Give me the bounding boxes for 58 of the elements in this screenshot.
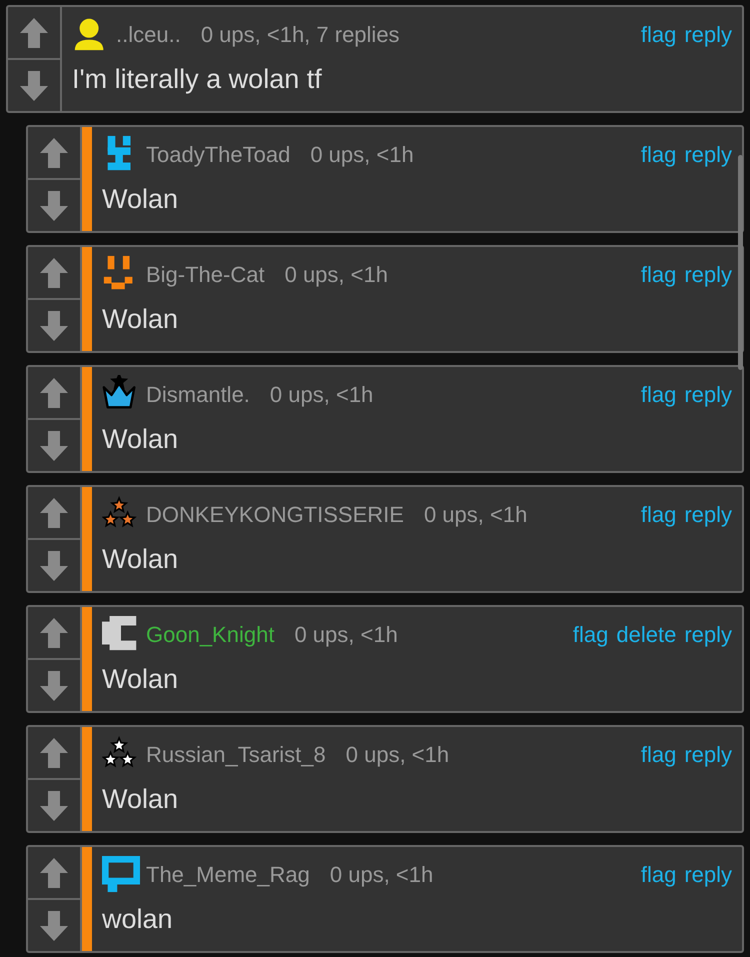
comment-text: Wolan bbox=[102, 423, 180, 456]
username-link[interactable]: ToadyTheToad bbox=[146, 138, 290, 170]
username-link[interactable]: Russian_Tsarist_8 bbox=[146, 738, 326, 770]
comment-text: Wolan bbox=[102, 783, 180, 816]
action-link[interactable]: reply bbox=[684, 618, 732, 650]
comment-meta: 0 ups, <1h bbox=[424, 500, 528, 529]
action-link[interactable]: flag bbox=[640, 258, 676, 290]
upvote-arrow-icon[interactable] bbox=[39, 736, 69, 768]
action-link[interactable]: flag bbox=[640, 18, 676, 50]
action-link[interactable]: reply bbox=[684, 858, 732, 890]
upvote-arrow-icon[interactable] bbox=[39, 496, 69, 528]
downvote-arrow-icon[interactable] bbox=[39, 430, 69, 462]
downvote-arrow-icon[interactable] bbox=[39, 190, 69, 222]
username-link[interactable]: Goon_Knight bbox=[146, 618, 274, 650]
action-link[interactable]: reply bbox=[684, 738, 732, 770]
action-link[interactable]: reply bbox=[684, 378, 732, 410]
upvote-arrow-icon[interactable] bbox=[39, 616, 69, 648]
action-link[interactable]: reply bbox=[684, 138, 732, 170]
username-link[interactable]: ..lceu.. bbox=[116, 18, 181, 50]
downvote-arrow-icon[interactable] bbox=[39, 550, 69, 582]
username-link[interactable]: The_Meme_Rag bbox=[146, 858, 310, 890]
comment-text: Wolan bbox=[102, 663, 180, 696]
downvote-arrow-icon[interactable] bbox=[39, 310, 69, 342]
comment-text: wolan bbox=[102, 903, 174, 936]
upvote-arrow-icon[interactable] bbox=[39, 856, 69, 888]
action-link[interactable]: flag bbox=[640, 858, 676, 890]
comment-meta: 0 ups, <1h, 7 replies bbox=[200, 20, 400, 49]
comment-meta: 0 ups, <1h bbox=[330, 860, 434, 889]
comment-text: Wolan bbox=[102, 303, 180, 336]
action-link[interactable]: flag bbox=[640, 738, 676, 770]
upvote-arrow-icon[interactable] bbox=[39, 136, 69, 168]
downvote-arrow-icon[interactable] bbox=[19, 70, 49, 102]
downvote-arrow-icon[interactable] bbox=[39, 910, 69, 942]
username-link[interactable]: DONKEYKONGTISSERIE bbox=[146, 498, 404, 530]
action-link[interactable]: flag bbox=[640, 138, 676, 170]
comment-text: Wolan bbox=[102, 543, 180, 576]
comment-text: Wolan bbox=[102, 183, 180, 216]
action-link[interactable]: flag bbox=[640, 498, 676, 530]
action-link[interactable]: reply bbox=[684, 498, 732, 530]
downvote-arrow-icon[interactable] bbox=[39, 670, 69, 702]
comment-meta: 0 ups, <1h bbox=[310, 140, 414, 169]
scrollbar-thumb[interactable] bbox=[738, 155, 743, 370]
comment-meta: 0 ups, <1h bbox=[346, 740, 450, 769]
action-link[interactable]: flag bbox=[572, 618, 608, 650]
action-link[interactable]: reply bbox=[684, 258, 732, 290]
action-link[interactable]: flag bbox=[640, 378, 676, 410]
comment-meta: 0 ups, <1h bbox=[270, 380, 374, 409]
comment-meta: 0 ups, <1h bbox=[284, 260, 388, 289]
comment-text: I'm literally a wolan tf bbox=[72, 63, 323, 96]
action-link[interactable]: reply bbox=[684, 18, 732, 50]
username-link[interactable]: Big-The-Cat bbox=[146, 258, 265, 290]
comment-meta: 0 ups, <1h bbox=[294, 620, 398, 649]
username-link[interactable]: Dismantle. bbox=[146, 378, 250, 410]
upvote-arrow-icon[interactable] bbox=[39, 256, 69, 288]
downvote-arrow-icon[interactable] bbox=[39, 790, 69, 822]
upvote-arrow-icon[interactable] bbox=[39, 376, 69, 408]
upvote-arrow-icon[interactable] bbox=[19, 16, 49, 48]
action-link[interactable]: delete bbox=[616, 618, 676, 650]
